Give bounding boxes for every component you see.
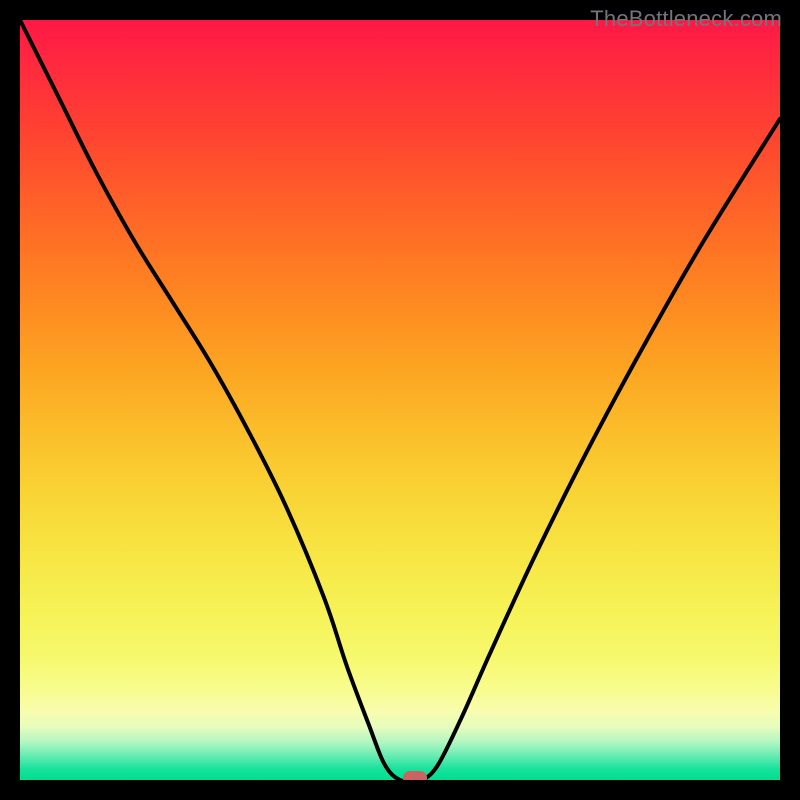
watermark-text: TheBottleneck.com: [590, 6, 782, 32]
chart-frame: TheBottleneck.com: [0, 0, 800, 800]
optimal-point-marker: [403, 771, 427, 780]
plot-area: [20, 20, 780, 780]
bottleneck-curve: [20, 20, 780, 780]
